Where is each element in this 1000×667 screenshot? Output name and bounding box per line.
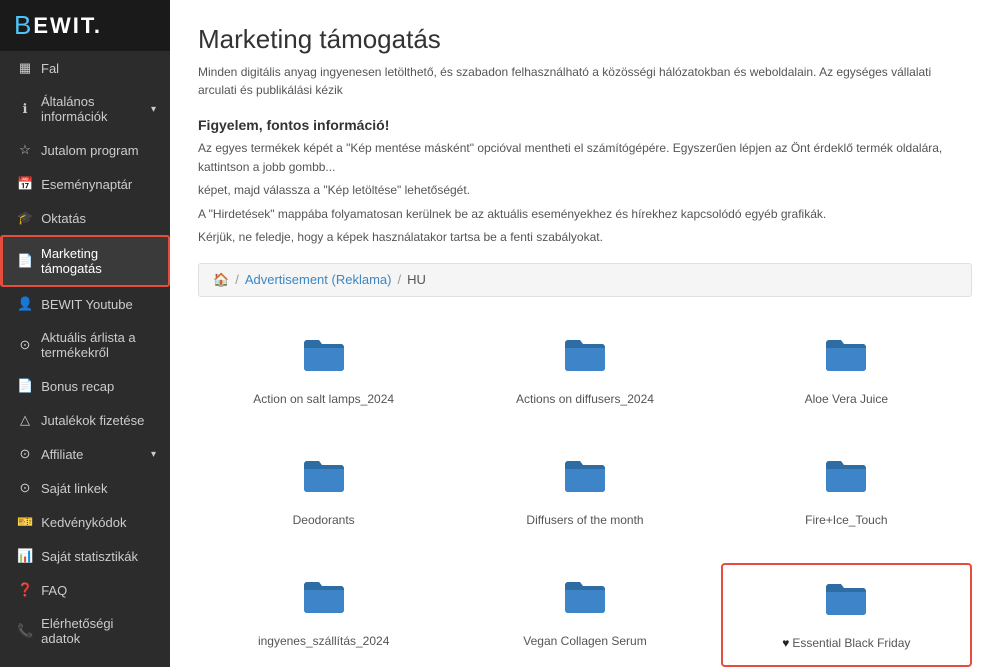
sidebar-icon-oktatas: 🎓 — [17, 210, 33, 226]
sidebar-label-affiliate: Affiliate — [41, 447, 83, 462]
breadcrumb: 🏠 / Advertisement (Reklama) / HU — [198, 263, 972, 297]
sidebar-label-oktatas: Oktatás — [41, 211, 86, 226]
heart-icon: ♥ — [782, 636, 789, 650]
folder-label-essential: ♥Essential Black Friday — [782, 635, 910, 652]
page-description: Minden digitális anyag ingyenesen letölt… — [198, 63, 972, 99]
folder-grid: Action on salt lamps_2024 Actions on dif… — [198, 321, 972, 667]
folder-label-action-salt: Action on salt lamps_2024 — [253, 391, 394, 408]
folder-label-fire-ice: Fire+Ice_Touch — [805, 512, 887, 529]
sidebar-item-bonus[interactable]: 📄 Bonus recap — [0, 369, 170, 403]
sidebar-label-jutalom: Jutalom program — [41, 143, 139, 158]
notice-text-1: Az egyes termékek képét a "Kép mentése m… — [198, 139, 972, 177]
breadcrumb-hu: HU — [407, 272, 426, 287]
sidebar-icon-elerhetoseg: 📞 — [17, 623, 33, 639]
folder-item-fire-ice[interactable]: Fire+Ice_Touch — [721, 442, 972, 543]
sidebar-item-kedvezmeny[interactable]: 🎫 Kedvénykódok — [0, 505, 170, 539]
notice-text-3: A "Hirdetések" mappába folyamatosan kerü… — [198, 205, 972, 224]
sidebar-label-faq: FAQ — [41, 583, 67, 598]
sidebar-icon-faq: ❓ — [17, 582, 33, 598]
sidebar-icon-esemenynaptar: 📅 — [17, 176, 33, 192]
breadcrumb-advertisement[interactable]: Advertisement (Reklama) — [245, 272, 392, 287]
sidebar-item-esemenynaptar[interactable]: 📅 Eseménynaptár — [0, 167, 170, 201]
sidebar: B EWIT. ▦ Fal ℹ Általános információk ▾ ☆ Juta… — [0, 0, 170, 667]
sidebar-label-elerhetoseg: Elérhetőségi adatok — [41, 616, 156, 646]
folder-label-vegan: Vegan Collagen Serum — [523, 633, 646, 650]
sidebar-label-kedvezmeny: Kedvénykódok — [41, 515, 126, 530]
logo-text: EWIT. — [33, 13, 102, 39]
folder-icon-deodorants — [302, 456, 346, 504]
sidebar-label-bonus: Bonus recap — [41, 379, 114, 394]
folder-icon-essential — [824, 579, 868, 627]
sidebar-label-bewit-youtube: BEWIT Youtube — [41, 297, 133, 312]
folder-label-ingyenes: ingyenes_szállítás_2024 — [258, 633, 389, 650]
folder-label-diffusers: Diffusers of the month — [526, 512, 643, 529]
folder-item-action-diff[interactable]: Actions on diffusers_2024 — [459, 321, 710, 422]
sidebar-icon-sajat-stat: 📊 — [17, 548, 33, 564]
folder-icon-vegan — [563, 577, 607, 625]
sidebar-icon-fal: ▦ — [17, 60, 33, 76]
sidebar-item-sajat-stat[interactable]: 📊 Saját statisztikák — [0, 539, 170, 573]
home-icon[interactable]: 🏠 — [213, 272, 229, 288]
sidebar-icon-marketing: 📄 — [17, 253, 33, 269]
sidebar-item-fal[interactable]: ▦ Fal — [0, 51, 170, 85]
notice-text-2: képet, majd válassza a "Kép letöltése" l… — [198, 181, 972, 200]
notice-title: Figyelem, fontos információ! — [198, 117, 972, 133]
sidebar-item-jutalek[interactable]: △ Jutalékok fizetése — [0, 403, 170, 437]
logo-dot: B — [14, 10, 31, 41]
sidebar-icon-sajat-linkek: ⊙ — [17, 480, 33, 496]
folder-icon-fire-ice — [824, 456, 868, 504]
folder-icon-diffusers — [563, 456, 607, 504]
sidebar-icon-jutalek: △ — [17, 412, 33, 428]
sidebar-item-oktatas[interactable]: 🎓 Oktatás — [0, 201, 170, 235]
sidebar-label-jutalek: Jutalékok fizetése — [41, 413, 144, 428]
folder-item-essential[interactable]: ♥Essential Black Friday — [721, 563, 972, 667]
sidebar-item-elerhetoseg[interactable]: 📞 Elérhetőségi adatok — [0, 607, 170, 655]
sidebar-icon-altalanos: ℹ — [17, 101, 33, 117]
folder-item-vegan[interactable]: Vegan Collagen Serum — [459, 563, 710, 667]
notice-text-4: Kérjük, ne feledje, hogy a képek használ… — [198, 228, 972, 247]
folder-icon-ingyenes — [302, 577, 346, 625]
folder-icon-aloe — [824, 335, 868, 383]
folder-icon-action-diff — [563, 335, 607, 383]
folder-label-action-diff: Actions on diffusers_2024 — [516, 391, 654, 408]
sidebar-item-faq[interactable]: ❓ FAQ — [0, 573, 170, 607]
folder-item-aloe[interactable]: Aloe Vera Juice — [721, 321, 972, 422]
chevron-icon-affiliate: ▾ — [151, 449, 156, 460]
folder-item-deodorants[interactable]: Deodorants — [198, 442, 449, 543]
sidebar-icon-jutalom: ☆ — [17, 142, 33, 158]
sidebar-item-sajat-linkek[interactable]: ⊙ Saját linkek — [0, 471, 170, 505]
sidebar-icon-aktualis: ⊙ — [17, 337, 33, 353]
folder-item-ingyenes[interactable]: ingyenes_szállítás_2024 — [198, 563, 449, 667]
sidebar-label-marketing: Marketing támogatás — [41, 246, 154, 276]
page-title: Marketing támogatás — [198, 24, 972, 55]
sidebar-label-aktualis: Aktuális árlista a termékekről — [41, 330, 156, 360]
folder-label-deodorants: Deodorants — [293, 512, 355, 529]
sidebar-item-marketing[interactable]: 📄 Marketing támogatás — [0, 235, 170, 287]
sidebar-icon-bewit-youtube: 👤 — [17, 296, 33, 312]
sidebar-label-sajat-linkek: Saját linkek — [41, 481, 107, 496]
sidebar-item-jutalom[interactable]: ☆ Jutalom program — [0, 133, 170, 167]
main-content: Marketing támogatás Minden digitális any… — [170, 0, 1000, 667]
folder-label-aloe: Aloe Vera Juice — [805, 391, 888, 408]
sidebar-icon-affiliate: ⊙ — [17, 446, 33, 462]
sidebar-item-affiliate[interactable]: ⊙ Affiliate ▾ — [0, 437, 170, 471]
chevron-icon-altalanos: ▾ — [151, 104, 156, 115]
sidebar-label-esemenynaptar: Eseménynaptár — [41, 177, 132, 192]
sidebar-label-fal: Fal — [41, 61, 59, 76]
sidebar-item-aktualis[interactable]: ⊙ Aktuális árlista a termékekről — [0, 321, 170, 369]
sidebar-item-altalanos[interactable]: ℹ Általános információk ▾ — [0, 85, 170, 133]
sidebar-icon-bonus: 📄 — [17, 378, 33, 394]
folder-item-action-salt[interactable]: Action on salt lamps_2024 — [198, 321, 449, 422]
folder-item-diffusers[interactable]: Diffusers of the month — [459, 442, 710, 543]
folder-icon-action-salt — [302, 335, 346, 383]
sidebar-icon-kedvezmeny: 🎫 — [17, 514, 33, 530]
sidebar-item-bewit-youtube[interactable]: 👤 BEWIT Youtube — [0, 287, 170, 321]
logo: B EWIT. — [0, 0, 170, 51]
notice-box: Figyelem, fontos információ! Az egyes te… — [198, 117, 972, 247]
sidebar-label-sajat-stat: Saját statisztikák — [41, 549, 138, 564]
sidebar-label-altalanos: Általános információk — [41, 94, 143, 124]
